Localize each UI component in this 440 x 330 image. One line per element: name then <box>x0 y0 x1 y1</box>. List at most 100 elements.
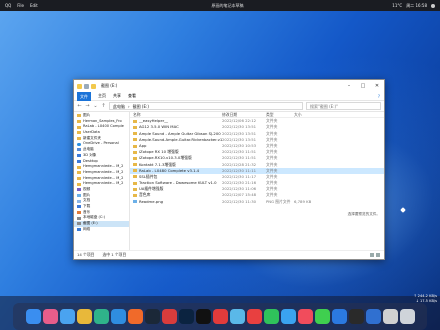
file-name-cell: Readme.png <box>130 199 222 205</box>
folder-icon <box>77 83 82 89</box>
menubar-right: 11°C 周二 16:58 <box>392 0 435 11</box>
new-folder-icon[interactable] <box>91 83 96 89</box>
menubar-item[interactable]: Edit <box>30 0 38 11</box>
safari-icon[interactable] <box>110 309 126 324</box>
back-arrow-icon[interactable]: ← <box>77 103 82 109</box>
pinduoduo-icon[interactable] <box>246 309 262 324</box>
folder-icon <box>133 181 137 185</box>
navigation-pane: 图片 Herman_Samples_Fro RaLab - LX400 Comple… <box>74 112 130 250</box>
file-rows: __easyHelper__ 2022/12/06 22:12 文件夹 AG12 3.… <box>130 118 384 205</box>
large-icons-view-icon[interactable] <box>376 252 380 257</box>
breadcrumb[interactable]: 此电脑 › 截图 (E:) <box>109 102 303 110</box>
pd-icon[interactable] <box>382 309 398 324</box>
menubar-status-item: 11°C <box>392 3 403 8</box>
column-header[interactable]: 类型 <box>266 112 294 117</box>
folder-icon <box>133 175 137 179</box>
edge-icon[interactable] <box>93 309 109 324</box>
wechat-icon[interactable] <box>263 309 279 324</box>
netease-music-icon[interactable] <box>212 309 228 324</box>
control-center-icon[interactable] <box>431 3 435 8</box>
folder-icon <box>133 125 137 129</box>
photoshop-icon[interactable] <box>178 309 194 324</box>
finder-icon[interactable] <box>25 309 41 324</box>
blue-icon <box>77 205 81 209</box>
mac-menubar: QQ File Edit 原画的笔记本草稿 11°C 周二 16:58 <box>0 0 440 11</box>
mac-dock <box>13 303 427 330</box>
recent-chevron-down-icon[interactable]: ⌄ <box>93 103 98 109</box>
blue-icon <box>77 154 81 158</box>
window-title: 截图 (E:) <box>101 83 118 88</box>
music-icon[interactable] <box>297 309 313 324</box>
menubar-title: 原画的笔记本草稿 <box>211 3 244 8</box>
mus-icon <box>77 211 81 215</box>
folder-icon <box>133 156 137 160</box>
menubar-status-item: 周二 16:58 <box>406 3 427 8</box>
bilibili-icon[interactable] <box>229 309 245 324</box>
qq-icon[interactable] <box>280 309 296 324</box>
up-arrow-icon[interactable]: ↑ <box>101 103 106 109</box>
windows-icon[interactable] <box>331 309 347 324</box>
menubar-item[interactable]: File <box>17 0 24 11</box>
properties-icon[interactable] <box>84 83 89 89</box>
breadcrumb-item[interactable]: 此电脑 <box>113 103 125 109</box>
tab-4[interactable]: 查看 <box>128 93 136 99</box>
view-switcher <box>370 252 380 257</box>
folder-icon <box>77 171 81 175</box>
address-bar-row: ← → ⌄ ↑ 此电脑 › 截图 (E:) 搜索"截图 (E:)" <box>74 101 384 112</box>
ribbon-tabs: 文件 主页 共享 查看? <box>74 91 384 101</box>
file-explorer-window: 截图 (E:) – □ ✕ 文件 主页 共享 查看? ← → ⌄ ↑ 此电脑 › 截图 (… <box>73 79 385 260</box>
column-header[interactable]: 修改日期 <box>222 112 266 117</box>
sidebar-item[interactable]: 网络 <box>74 227 129 233</box>
folder-icon <box>133 119 137 123</box>
cloud-icon <box>77 142 81 146</box>
folder-icon <box>133 187 137 191</box>
search-input[interactable]: 搜索"截图 (E:)" <box>306 102 381 110</box>
column-header[interactable]: 大小 <box>294 112 318 117</box>
vid-icon <box>77 188 81 192</box>
quick-access-toolbar <box>77 83 96 89</box>
explorer-body: 图片 Herman_Samples_Fro RaLab - LX400 Comple… <box>74 112 384 250</box>
minimize-button[interactable]: – <box>342 80 356 92</box>
messages-icon[interactable] <box>314 309 330 324</box>
details-view-icon[interactable] <box>370 252 374 257</box>
tab-2[interactable]: 主页 <box>98 93 106 99</box>
folder-icon <box>133 169 137 173</box>
menubar-item[interactable]: QQ <box>5 0 11 11</box>
file-type: PNG 图片文件 <box>266 198 291 204</box>
sidebar-item-label: 网络 <box>83 226 91 231</box>
column-header[interactable]: 名称 <box>130 112 222 117</box>
forward-arrow-icon[interactable]: → <box>85 103 90 109</box>
menubar-left: QQ File Edit <box>5 0 38 11</box>
firefox-icon[interactable] <box>127 309 143 324</box>
file-row[interactable]: Readme.png 2022/12/30 11:30 PNG 图片文件 6,789 … <box>130 199 384 205</box>
steam-icon[interactable] <box>144 309 160 324</box>
launchpad-icon[interactable] <box>42 309 58 324</box>
img-icon <box>77 193 81 197</box>
tab-1[interactable]: 文件 <box>77 91 91 101</box>
chrome-icon[interactable] <box>76 309 92 324</box>
rdp-icon[interactable] <box>365 309 381 324</box>
wps-icon[interactable] <box>161 309 177 324</box>
close-button[interactable]: ✕ <box>370 80 384 92</box>
breadcrumb-item[interactable]: 截图 (E:) <box>133 103 149 109</box>
tab-3[interactable]: 共享 <box>113 93 121 99</box>
folder-icon <box>133 138 137 142</box>
breadcrumb-separator-icon: › <box>128 104 130 109</box>
window-titlebar: 截图 (E:) – □ ✕ <box>74 80 384 92</box>
network-speed: ↑ 244.2 KB/s ↓ 17.5 KB/s <box>414 294 438 304</box>
item-count: 14 个项目 <box>77 251 95 257</box>
file-list: 名称 修改日期 类型 大小 __easyHelper__ 2022/12/06 22:1… <box>130 112 384 250</box>
folder-icon <box>77 176 81 180</box>
mail-icon[interactable] <box>59 309 75 324</box>
file-date: 2022/12/30 11:30 <box>222 198 257 204</box>
terminal-icon[interactable] <box>348 309 364 324</box>
folder-icon <box>77 137 81 141</box>
help-button[interactable]: ? <box>378 94 380 99</box>
capcut-icon[interactable] <box>195 309 211 324</box>
folder-icon <box>133 194 137 198</box>
trash-icon[interactable] <box>399 309 415 324</box>
drive-icon <box>77 216 81 220</box>
selected-count: 选中 1 个项目 <box>102 251 127 257</box>
maximize-button[interactable]: □ <box>356 80 370 92</box>
image-file-icon <box>133 200 137 204</box>
